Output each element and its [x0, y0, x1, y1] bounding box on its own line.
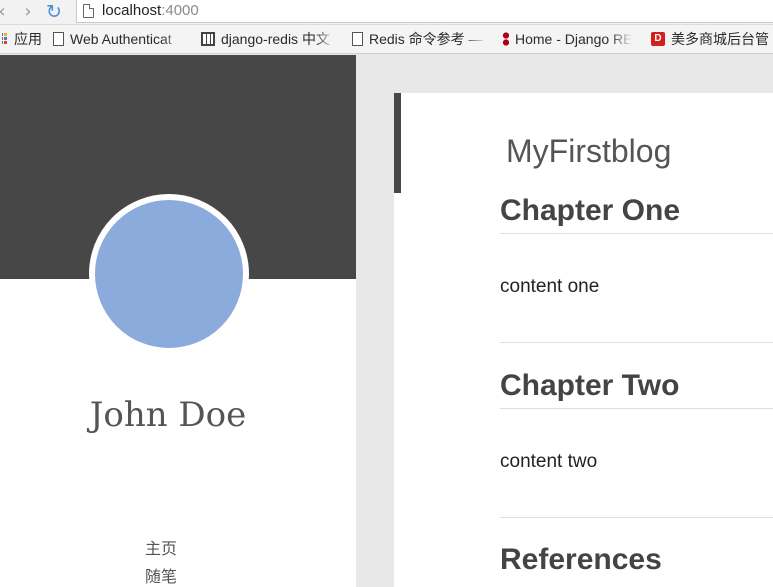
reload-icon[interactable]: ↻: [44, 1, 64, 23]
post-title[interactable]: References: [500, 542, 773, 578]
sidebar-nav: 主页 随笔: [0, 535, 322, 587]
post-body: content two: [500, 451, 598, 472]
divider: [500, 517, 773, 518]
post: Chapter One content one: [500, 193, 773, 298]
store-icon: D: [651, 32, 665, 46]
sidebar-item-home[interactable]: 主页: [0, 535, 322, 563]
bookmark-web-authentication[interactable]: Web Authenticat: [53, 25, 189, 53]
sidebar-item-essays[interactable]: 随笔: [0, 563, 322, 587]
url-text[interactable]: localhost:4000: [102, 2, 199, 20]
post: References: [500, 542, 773, 578]
divider: [500, 233, 773, 234]
post-title[interactable]: Chapter Two: [500, 368, 773, 404]
main-content: MyFirstblog Chapter One content one Chap…: [394, 93, 773, 587]
bookmark-redis-commands[interactable]: Redis 命令参考 —: [352, 25, 490, 53]
blog-title[interactable]: MyFirstblog: [506, 133, 671, 170]
post-body: content one: [500, 276, 600, 297]
sidebar: John Doe 主页 随笔: [0, 55, 356, 587]
forward-icon[interactable]: ›: [18, 1, 38, 23]
avatar: [89, 194, 249, 354]
post-title[interactable]: Chapter One: [500, 193, 773, 229]
divider: [500, 342, 773, 343]
django-icon: [503, 32, 509, 46]
bookmark-django-redis[interactable]: django-redis 中文: [201, 25, 341, 53]
post: Chapter Two content two: [500, 368, 773, 473]
bookmark-apps[interactable]: 应用: [2, 25, 46, 53]
accent-bar: [394, 93, 401, 193]
author-name: John Doe: [89, 395, 247, 435]
browser-toolbar: ‹ › ↻ localhost:4000: [0, 0, 773, 24]
page-icon: [83, 4, 94, 18]
bookmarks-bar: 应用 Web Authenticat django-redis 中文 Redis…: [0, 24, 773, 54]
back-icon[interactable]: ‹: [0, 1, 12, 23]
document-icon: [53, 32, 64, 46]
divider: [500, 408, 773, 409]
document-icon: [352, 32, 363, 46]
address-bar[interactable]: localhost:4000: [76, 0, 773, 23]
bookmark-django-rest[interactable]: Home - Django RE: [503, 25, 641, 53]
apps-grid-icon: [2, 33, 8, 45]
bookmark-meiduo-admin[interactable]: D 美多商城后台管: [651, 25, 773, 53]
book-icon: [201, 32, 215, 46]
